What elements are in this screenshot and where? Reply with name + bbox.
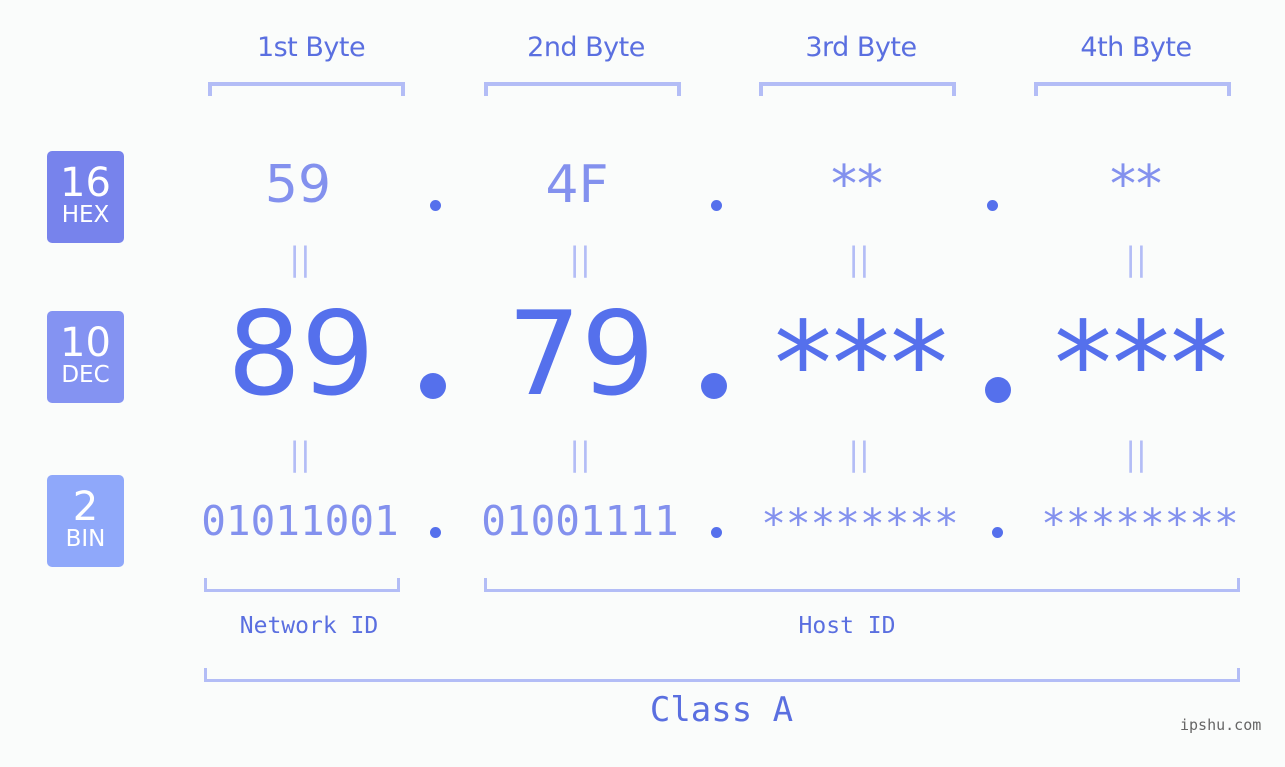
host-id-label: Host ID [798,613,896,639]
byte-header-2: 2nd Byte [527,32,645,63]
hex-byte-4: ** [1110,155,1162,215]
byte-header-1: 1st Byte [256,32,366,63]
dec-base-number: 10 [60,320,111,366]
dec-dot-separator [701,373,727,399]
dec-dot-separator [985,377,1011,403]
bin-base-number: 2 [72,484,99,530]
equals-icon: || [848,435,870,473]
equals-icon: || [569,240,591,278]
hex-byte-2: 4F [545,155,609,215]
host-id-bracket [484,578,1240,592]
hex-byte-3: ** [831,155,883,215]
class-bracket [204,668,1240,682]
watermark: ipshu.com [1180,716,1262,734]
byte-bracket-1 [208,82,405,96]
hex-base-number: 16 [60,160,111,206]
bin-byte-2: 01001111 [481,497,679,545]
equals-icon: || [848,240,870,278]
hex-dot-separator [987,200,998,211]
hex-badge: 16 HEX [47,151,124,243]
network-id-label: Network ID [239,613,379,639]
dec-byte-1: 89 [227,287,375,422]
class-label: Class A [649,690,794,730]
equals-icon: || [569,435,591,473]
bin-badge: 2 BIN [47,475,124,567]
dec-dot-separator [420,373,446,399]
hex-byte-1: 59 [264,155,332,215]
bin-dot-separator [430,527,441,538]
byte-bracket-3 [759,82,956,96]
dec-badge: 10 DEC [47,311,124,403]
dec-byte-3: *** [774,297,948,432]
bin-byte-3: ******** [761,500,959,548]
byte-header-4: 4th Byte [1080,32,1192,63]
equals-icon: || [289,435,311,473]
bin-dot-separator [711,527,722,538]
bin-base-label: BIN [65,526,106,552]
equals-icon: || [1125,240,1147,278]
byte-header-3: 3rd Byte [805,32,917,63]
hex-dot-separator [430,200,441,211]
bin-byte-1: 01011001 [201,497,399,545]
equals-icon: || [1125,435,1147,473]
dec-byte-4: *** [1054,297,1228,432]
hex-base-label: HEX [61,202,110,228]
equals-icon: || [289,240,311,278]
dec-byte-2: 79 [507,287,655,422]
byte-bracket-2 [484,82,681,96]
bin-dot-separator [992,527,1003,538]
dec-base-label: DEC [61,362,110,388]
network-id-bracket [204,578,400,592]
bin-byte-4: ******** [1041,500,1239,548]
hex-dot-separator [711,200,722,211]
byte-bracket-4 [1034,82,1231,96]
